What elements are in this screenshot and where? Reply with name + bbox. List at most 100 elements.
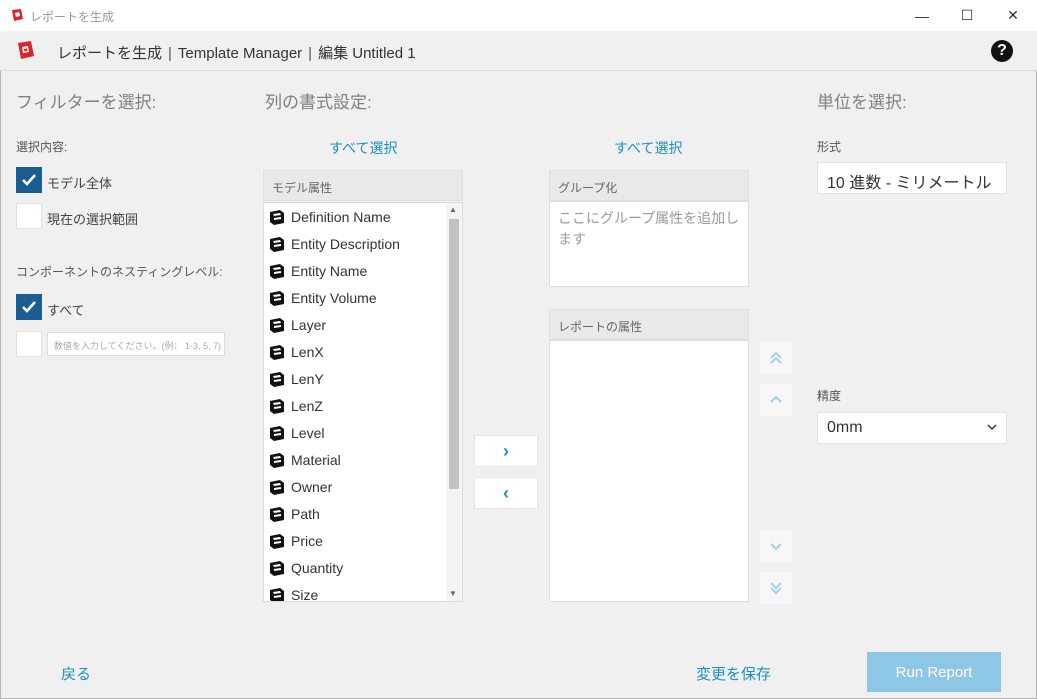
component-icon [270, 209, 284, 225]
group-by-dropzone[interactable]: ここにグループ属性を追加します [549, 201, 749, 287]
save-changes-link[interactable]: 変更を保存 [696, 663, 771, 684]
select-all-report-attrs-link[interactable]: すべて選択 [614, 138, 682, 158]
attribute-list-item[interactable]: Quantity [268, 554, 343, 581]
attribute-name: Price [291, 532, 323, 549]
sketchup-logo-icon [18, 41, 34, 59]
nesting-level-label: コンポーネントのネスティングレベル: [16, 265, 223, 279]
attribute-list-item[interactable]: LenZ [268, 392, 323, 419]
attribute-name: Quantity [291, 559, 344, 576]
units-title: 単位を選択: [817, 93, 907, 112]
component-icon [270, 533, 284, 549]
close-button[interactable]: ✕ [990, 0, 1036, 31]
move-to-top-button[interactable] [760, 342, 792, 374]
attribute-name: Entity Name [291, 262, 368, 279]
attribute-list-item[interactable]: Material [268, 446, 341, 473]
component-icon [270, 425, 284, 441]
component-icon [270, 587, 284, 601]
attribute-name: Level [291, 424, 325, 441]
attribute-list-item[interactable]: Level [268, 419, 324, 446]
attribute-list-item[interactable]: Entity Name [268, 257, 367, 284]
attribute-name: Path [291, 505, 320, 522]
attribute-name: Definition Name [291, 208, 391, 225]
title-bar: レポートを生成 — ☐ ✕ [0, 0, 1037, 31]
move-up-button[interactable] [760, 384, 792, 416]
checkmark-icon [22, 174, 36, 186]
attribute-list-item[interactable]: LenX [268, 338, 324, 365]
move-right-button[interactable]: › [474, 435, 538, 467]
attribute-name: LenX [291, 343, 324, 360]
attribute-list-item[interactable]: Size [268, 581, 319, 602]
app-header: レポートを生成 | Template Manager | 編集 Untitled 1 ? [0, 31, 1037, 71]
component-icon [270, 344, 284, 360]
selection-label: 選択内容: [16, 140, 68, 154]
run-report-button[interactable]: Run Report [867, 652, 1001, 692]
attribute-list-item[interactable]: LenY [268, 365, 324, 392]
scroll-down-icon[interactable]: ▼ [449, 589, 457, 598]
breadcrumb-separator: | [168, 45, 172, 62]
component-icon [270, 290, 284, 306]
model-attributes-list[interactable]: Definition Name Entity Description Entity … [263, 202, 463, 602]
component-icon [270, 452, 284, 468]
breadcrumb: レポートを生成 | Template Manager | 編集 Untitled 1 [57, 42, 416, 63]
double-chevron-up-icon [770, 351, 782, 364]
attribute-name: Entity Description [291, 235, 400, 252]
current-selection-label: 現在の選択範囲 [47, 212, 139, 227]
attribute-list-item[interactable]: Price [268, 527, 323, 554]
chevron-down-icon [770, 543, 782, 551]
column-format-title: 列の書式設定: [265, 93, 372, 112]
component-icon [270, 560, 284, 576]
component-icon [270, 236, 284, 252]
attribute-name: Size [291, 586, 319, 602]
precision-select[interactable]: 0mm [817, 412, 1007, 444]
current-selection-checkbox[interactable] [16, 203, 42, 229]
help-icon[interactable]: ? [991, 40, 1013, 62]
breadcrumb-template-manager[interactable]: Template Manager [178, 45, 302, 62]
report-attributes-list[interactable] [549, 340, 749, 602]
attribute-name: LenY [291, 370, 324, 387]
model-attributes-header: モデル属性 [263, 170, 463, 201]
component-icon [270, 479, 284, 495]
component-icon [270, 398, 284, 414]
minimize-button[interactable]: — [899, 0, 945, 31]
nesting-level-input[interactable]: 数値を入力してください。(例： 1-3, 5, 7) [47, 332, 225, 356]
attribute-list-item[interactable]: Entity Description [268, 230, 400, 257]
maximize-button[interactable]: ☐ [944, 0, 990, 31]
group-by-header: グループ化 [549, 170, 749, 201]
attribute-list-item[interactable]: Layer [268, 311, 326, 338]
back-link[interactable]: 戻る [61, 663, 91, 684]
scroll-up-icon[interactable]: ▲ [449, 205, 457, 214]
move-down-button[interactable] [760, 530, 792, 562]
move-left-button[interactable]: ‹ [474, 477, 538, 509]
scrollbar-thumb[interactable] [449, 219, 459, 489]
format-select[interactable]: 10 進数 - ミリメートル [817, 162, 1007, 194]
format-select-value: 10 進数 - ミリメートル [827, 175, 992, 192]
nesting-custom-checkbox[interactable] [16, 331, 42, 357]
attribute-name: Entity Volume [291, 289, 377, 306]
attribute-list-item[interactable]: Path [268, 500, 320, 527]
nesting-all-label: すべて [47, 303, 85, 318]
attributes-scrollbar[interactable]: ▲ ▼ [446, 203, 462, 601]
chevron-up-icon [770, 395, 782, 403]
precision-select-value: 0mm [827, 419, 863, 436]
attribute-name: Material [291, 451, 341, 468]
select-all-model-attrs-link[interactable]: すべて選択 [329, 138, 397, 158]
attribute-list-item[interactable]: Definition Name [268, 203, 391, 230]
breadcrumb-edit: 編集 Untitled 1 [318, 45, 416, 62]
nesting-all-checkbox[interactable] [16, 294, 42, 320]
component-icon [270, 317, 284, 333]
filters-title: フィルターを選択: [16, 93, 157, 112]
attribute-name: Owner [291, 478, 333, 495]
attribute-list-item[interactable]: Entity Volume [268, 284, 377, 311]
attribute-list-item[interactable]: Owner [268, 473, 332, 500]
whole-model-checkbox[interactable] [16, 167, 42, 193]
component-icon [270, 263, 284, 279]
move-to-bottom-button[interactable] [760, 572, 792, 604]
breadcrumb-separator: | [308, 45, 313, 62]
breadcrumb-generate-report[interactable]: レポートを生成 [57, 45, 162, 62]
checkmark-icon [22, 301, 36, 313]
format-label: 形式 [817, 140, 842, 154]
component-icon [270, 371, 284, 387]
attribute-name: Layer [291, 316, 327, 333]
component-icon [270, 506, 284, 522]
sketchup-logo-icon [12, 9, 23, 21]
